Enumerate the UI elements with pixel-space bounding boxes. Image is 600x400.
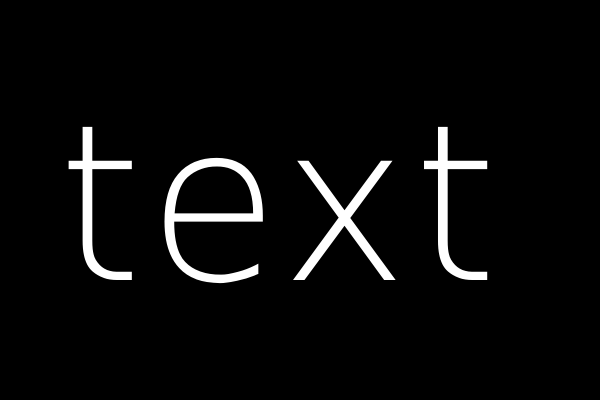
main-word: text (58, 79, 497, 332)
main-text: text (58, 79, 503, 332)
black-canvas: text (0, 0, 600, 400)
